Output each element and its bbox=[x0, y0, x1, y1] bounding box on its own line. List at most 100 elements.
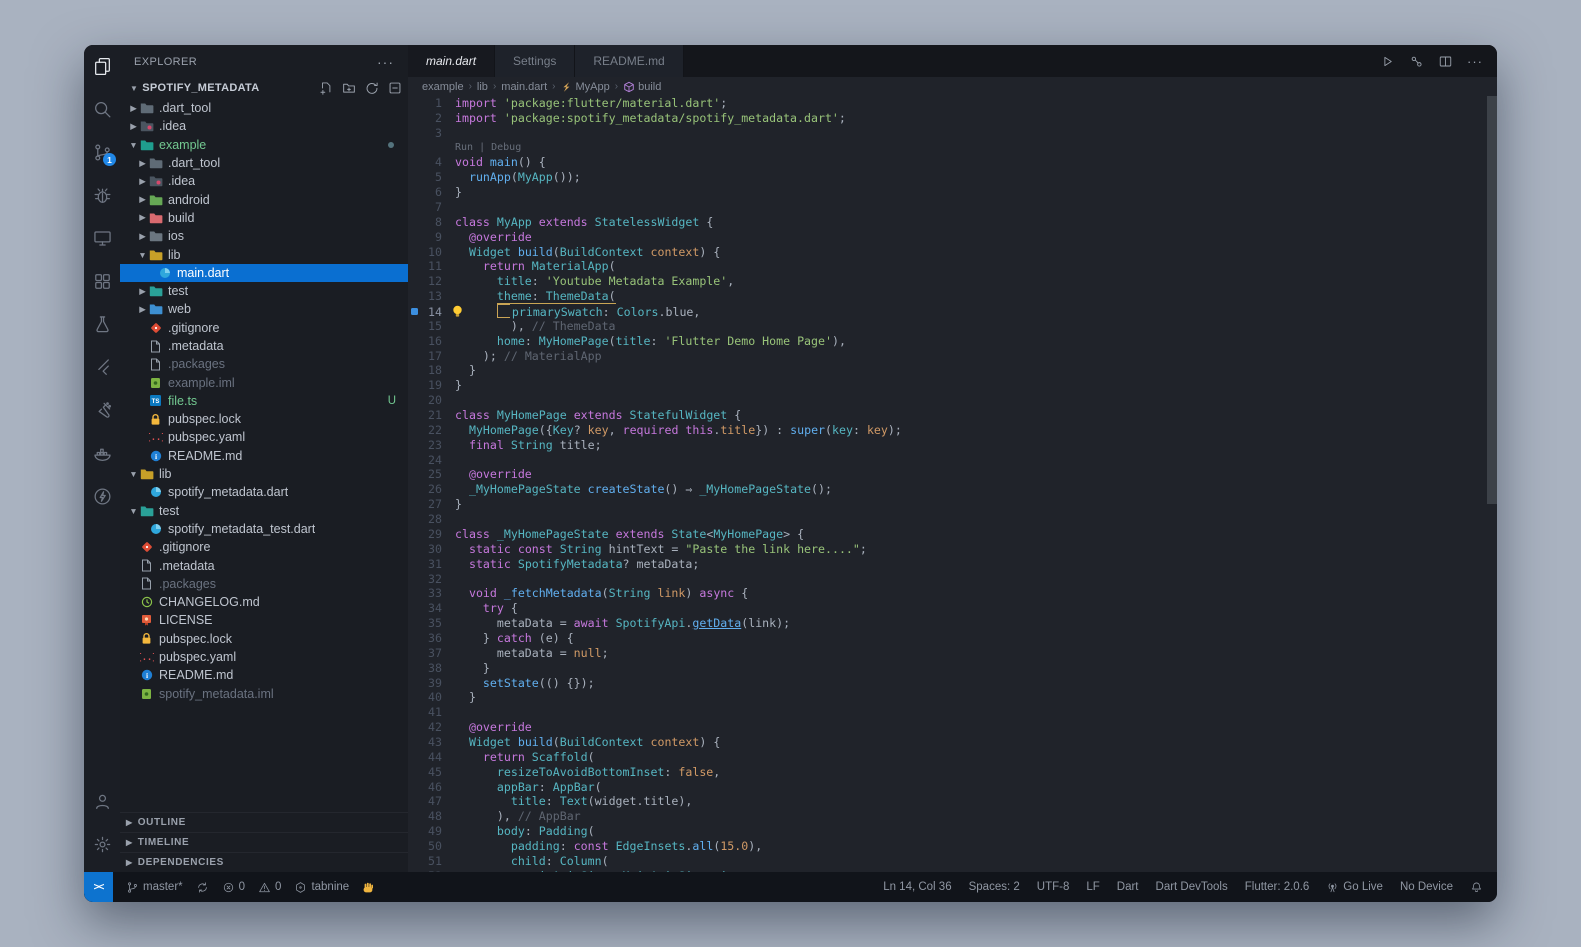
search-icon[interactable] bbox=[84, 88, 120, 131]
more-actions-icon[interactable]: ··· bbox=[1467, 54, 1483, 69]
code-line-10[interactable]: 10 Widget build(BuildContext context) { bbox=[408, 245, 1497, 260]
code-line-41[interactable]: 41 bbox=[408, 705, 1497, 720]
file-spotify_metadata.dart[interactable]: spotify_metadata.dart bbox=[120, 483, 408, 501]
file-LICENSE[interactable]: LICENSE bbox=[120, 611, 408, 629]
file-.packages[interactable]: .packages bbox=[120, 575, 408, 593]
remote-explorer-icon[interactable] bbox=[84, 217, 120, 260]
code-line-49[interactable]: 49 body: Padding( bbox=[408, 824, 1497, 839]
folder-.dart_tool[interactable]: ▶ .dart_tool bbox=[120, 154, 408, 172]
extensions-icon[interactable] bbox=[84, 260, 120, 303]
file-spotify_metadata_test.dart[interactable]: spotify_metadata_test.dart bbox=[120, 520, 408, 538]
file-file.ts[interactable]: TS file.ts U bbox=[120, 392, 408, 410]
code-line-11[interactable]: 11 return MaterialApp( bbox=[408, 259, 1497, 274]
thunder-client-icon[interactable] bbox=[84, 475, 120, 518]
status-dart-devtools[interactable]: Dart DevTools bbox=[1156, 881, 1228, 893]
code-line-35[interactable]: 35 metaData = await SpotifyApi.getData(l… bbox=[408, 616, 1497, 631]
testing-icon[interactable] bbox=[84, 303, 120, 346]
debug-icon[interactable] bbox=[84, 174, 120, 217]
section-outline[interactable]: ▶ OUTLINE bbox=[120, 812, 408, 832]
folder-lib[interactable]: ▼ lib bbox=[120, 465, 408, 483]
code-line-25[interactable]: 25 @override bbox=[408, 467, 1497, 482]
status-0[interactable]: 0 bbox=[258, 881, 281, 894]
code-line-42[interactable]: 42 @override bbox=[408, 720, 1497, 735]
code-line-14[interactable]: 14 primarySwatch: Colors.blue, bbox=[408, 304, 1497, 319]
source-control-icon[interactable]: 1 bbox=[84, 131, 120, 174]
code-line-17[interactable]: 17 ); // MaterialApp bbox=[408, 349, 1497, 364]
run-icon[interactable] bbox=[1380, 54, 1395, 69]
code-line-2[interactable]: 2 import 'package:spotify_metadata/spotif… bbox=[408, 111, 1497, 126]
code-line-31[interactable]: 31 static SpotifyMetadata? metaData; bbox=[408, 557, 1497, 572]
code-line-30[interactable]: 30 static const String hintText = "Paste… bbox=[408, 542, 1497, 557]
code-line-7[interactable]: 7 bbox=[408, 200, 1497, 215]
code-line-20[interactable]: 20 bbox=[408, 393, 1497, 408]
code-line-51[interactable]: 51 child: Column( bbox=[408, 854, 1497, 869]
code-line-28[interactable]: 28 bbox=[408, 512, 1497, 527]
codelens-run-debug[interactable]: Run | Debug bbox=[408, 141, 1497, 156]
file-pubspec.yaml[interactable]: {..} pubspec.yaml bbox=[120, 428, 408, 446]
status-sync-icon[interactable] bbox=[196, 881, 209, 894]
code-line-39[interactable]: 39 setState(() {}); bbox=[408, 676, 1497, 691]
code-line-13[interactable]: 13 theme: ThemeData( bbox=[408, 289, 1497, 305]
code-line-15[interactable]: 15 ), // ThemeData bbox=[408, 319, 1497, 334]
new-file-icon[interactable] bbox=[319, 81, 333, 95]
code-line-12[interactable]: 12 title: 'Youtube Metadata Example', bbox=[408, 274, 1497, 289]
dart-devtools-icon[interactable] bbox=[84, 389, 120, 432]
status-0[interactable]: 0 bbox=[222, 881, 245, 894]
breadcrumb-item-example[interactable]: example bbox=[422, 81, 464, 93]
folder-.idea[interactable]: ▶ .idea bbox=[120, 172, 408, 190]
tab-settings[interactable]: Settings bbox=[495, 45, 576, 77]
code-line-6[interactable]: 6} bbox=[408, 185, 1497, 200]
code-line-21[interactable]: 21 class MyHomePage extends StatefulWidge… bbox=[408, 408, 1497, 423]
folder-android[interactable]: ▶ android bbox=[120, 190, 408, 208]
split-editor-icon[interactable] bbox=[1438, 54, 1453, 69]
status-spaces-2[interactable]: Spaces: 2 bbox=[969, 881, 1020, 893]
status-tabnine[interactable]: tabnine bbox=[294, 881, 349, 894]
status-master-[interactable]: master* bbox=[126, 881, 183, 894]
code-line-24[interactable]: 24 bbox=[408, 453, 1497, 468]
file-README.md[interactable]: i README.md bbox=[120, 447, 408, 465]
status-bell-icon[interactable] bbox=[1470, 881, 1483, 894]
code-line-1[interactable]: 1 import 'package:flutter/material.dart'; bbox=[408, 96, 1497, 111]
project-section-header[interactable]: ▼ SPOTIFY_METADATA bbox=[120, 78, 408, 98]
folder-.dart_tool[interactable]: ▶ .dart_tool bbox=[120, 99, 408, 117]
code-line-9[interactable]: 9 @override bbox=[408, 230, 1497, 245]
file-.gitignore[interactable]: .gitignore bbox=[120, 319, 408, 337]
file-.packages[interactable]: .packages bbox=[120, 355, 408, 373]
status-dart[interactable]: Dart bbox=[1117, 881, 1139, 893]
code-line-50[interactable]: 50 padding: const EdgeInsets.all(15.0), bbox=[408, 839, 1497, 854]
code-line-5[interactable]: 5 runApp(MyApp()); bbox=[408, 170, 1497, 185]
section-timeline[interactable]: ▶ TIMELINE bbox=[120, 832, 408, 852]
code-line-18[interactable]: 18 } bbox=[408, 363, 1497, 378]
collapse-icon[interactable] bbox=[388, 81, 402, 95]
file-CHANGELOG.md[interactable]: CHANGELOG.md bbox=[120, 593, 408, 611]
code-area[interactable]: 1 import 'package:flutter/material.dart';… bbox=[408, 96, 1497, 872]
code-line-34[interactable]: 34 try { bbox=[408, 601, 1497, 616]
explorer-more-button[interactable]: ··· bbox=[377, 54, 394, 70]
code-line-33[interactable]: 33 void _fetchMetadata(String link) asyn… bbox=[408, 586, 1497, 601]
section-dependencies[interactable]: ▶ DEPENDENCIES bbox=[120, 852, 408, 872]
folder-test[interactable]: ▶ test bbox=[120, 282, 408, 300]
folder-lib[interactable]: ▼ lib bbox=[120, 245, 408, 263]
run-or-debug-icon[interactable] bbox=[1409, 54, 1424, 69]
file-spotify_metadata.iml[interactable]: spotify_metadata.iml bbox=[120, 685, 408, 703]
code-line-23[interactable]: 23 final String title; bbox=[408, 438, 1497, 453]
file-.metadata[interactable]: .metadata bbox=[120, 337, 408, 355]
status-flutter-2-0-6[interactable]: Flutter: 2.0.6 bbox=[1245, 881, 1310, 893]
docker-icon[interactable] bbox=[84, 432, 120, 475]
folder-web[interactable]: ▶ web bbox=[120, 300, 408, 318]
file-example.iml[interactable]: example.iml bbox=[120, 373, 408, 391]
folder-ios[interactable]: ▶ ios bbox=[120, 227, 408, 245]
code-line-8[interactable]: 8 class MyApp extends StatelessWidget { bbox=[408, 215, 1497, 230]
code-line-32[interactable]: 32 bbox=[408, 572, 1497, 587]
code-line-47[interactable]: 47 title: Text(widget.title), bbox=[408, 794, 1497, 809]
status-hand-icon[interactable] bbox=[362, 881, 375, 894]
code-line-22[interactable]: 22 MyHomePage({Key? key, required this.t… bbox=[408, 423, 1497, 438]
folder-example[interactable]: ▼ example bbox=[120, 136, 408, 154]
code-line-45[interactable]: 45 resizeToAvoidBottomInset: false, bbox=[408, 765, 1497, 780]
new-folder-icon[interactable] bbox=[342, 81, 356, 95]
file-.gitignore[interactable]: .gitignore bbox=[120, 538, 408, 556]
file-main.dart[interactable]: main.dart bbox=[120, 263, 408, 282]
code-line-48[interactable]: 48 ), // AppBar bbox=[408, 809, 1497, 824]
status-no-device[interactable]: No Device bbox=[1400, 881, 1453, 893]
status-go-live[interactable]: Go Live bbox=[1326, 881, 1383, 894]
